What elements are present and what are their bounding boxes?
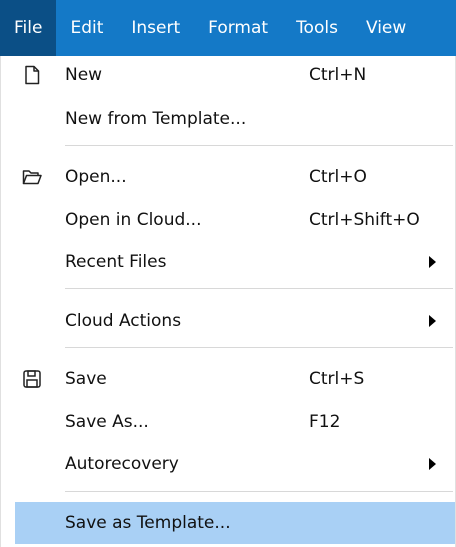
- menu-item-new-from-template[interactable]: New from Template...: [15, 100, 455, 138]
- menu-item-label: Open in Cloud...: [65, 210, 202, 230]
- menu-item-new[interactable]: New Ctrl+N: [15, 56, 455, 94]
- menu-item-shortcut: Ctrl+S: [309, 369, 365, 389]
- menu-file[interactable]: File: [0, 0, 57, 56]
- menu-item-shortcut: Ctrl+N: [309, 65, 367, 85]
- menu-item-label: Recent Files: [65, 252, 167, 272]
- menu-format[interactable]: Format: [194, 0, 282, 56]
- menu-separator: [65, 145, 453, 146]
- menu-separator: [65, 491, 453, 492]
- menu-item-shortcut: Ctrl+Shift+O: [309, 210, 420, 230]
- menu-item-recent-files[interactable]: Recent Files: [15, 243, 455, 281]
- menu-item-open[interactable]: Open... Ctrl+O: [15, 158, 455, 196]
- menu-item-save-as[interactable]: Save As... F12: [15, 403, 455, 441]
- menu-view[interactable]: View: [352, 0, 420, 56]
- menu-bar: File Edit Insert Format Tools View: [0, 0, 456, 56]
- menu-edit[interactable]: Edit: [56, 0, 117, 56]
- menu-item-label: Open...: [65, 167, 127, 187]
- menu-item-save[interactable]: Save Ctrl+S: [15, 360, 455, 398]
- menu-item-label: Save As...: [65, 412, 149, 432]
- menu-separator: [65, 288, 453, 289]
- menu-item-autorecovery[interactable]: Autorecovery: [15, 445, 455, 483]
- menu-item-shortcut: Ctrl+O: [309, 167, 367, 187]
- menu-insert[interactable]: Insert: [117, 0, 194, 56]
- menu-item-label: Autorecovery: [65, 454, 179, 474]
- save-floppy-icon: [21, 368, 43, 390]
- menu-separator: [65, 347, 453, 348]
- menu-item-label: Cloud Actions: [65, 311, 182, 331]
- file-menu-dropdown: New Ctrl+N New from Template... Open... …: [0, 56, 456, 547]
- menu-item-cloud-actions[interactable]: Cloud Actions: [15, 302, 455, 340]
- submenu-arrow-icon: [429, 256, 436, 268]
- menu-item-open-in-cloud[interactable]: Open in Cloud... Ctrl+Shift+O: [15, 201, 455, 239]
- menu-item-label: Save as Template...: [65, 513, 231, 533]
- submenu-arrow-icon: [429, 315, 436, 327]
- submenu-arrow-icon: [429, 458, 436, 470]
- menu-item-shortcut: F12: [309, 412, 341, 432]
- open-folder-icon: [21, 166, 43, 188]
- menu-item-save-as-template[interactable]: Save as Template...: [15, 502, 455, 544]
- menu-item-label: Save: [65, 369, 107, 389]
- menu-tools[interactable]: Tools: [282, 0, 352, 56]
- menu-item-label: New from Template...: [65, 109, 247, 129]
- new-document-icon: [21, 64, 43, 86]
- menu-item-label: New: [65, 65, 103, 85]
